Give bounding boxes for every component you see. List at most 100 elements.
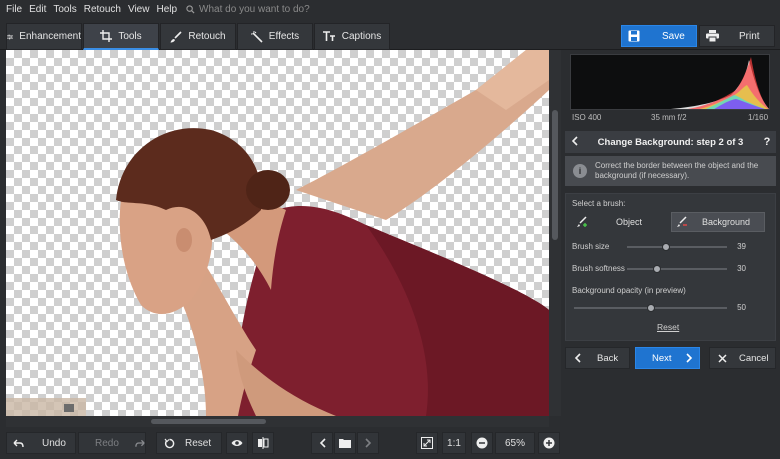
chevron-left-icon [319, 438, 326, 448]
brush-softness-slider[interactable] [627, 268, 727, 270]
cancel-button[interactable]: Cancel [709, 347, 776, 369]
next-photo-button[interactable] [357, 432, 379, 454]
tab-label: Enhancement [19, 31, 81, 42]
zoom-out-button[interactable] [471, 432, 493, 454]
histogram-graph [670, 57, 769, 109]
search-box[interactable]: What do you want to do? [186, 4, 310, 15]
brush-size-label: Brush size [572, 242, 610, 251]
floppy-disk-icon [628, 30, 640, 42]
bg-opacity-label: Background opacity (in preview) [572, 286, 686, 295]
tab-tools[interactable]: Tools [83, 23, 159, 50]
chevron-right-icon [364, 438, 371, 448]
tab-label: Effects [268, 31, 300, 42]
chevron-right-icon [685, 353, 692, 363]
fit-screen-icon [421, 437, 433, 449]
menu-edit[interactable]: Edit [29, 4, 46, 15]
vertical-scrollbar[interactable] [549, 50, 561, 416]
fit-to-screen-button[interactable] [416, 432, 438, 454]
brush-softness-label: Brush softness [572, 264, 625, 273]
folder-icon [339, 439, 351, 448]
next-button[interactable]: Next [635, 347, 700, 369]
exif-iso: ISO 400 [572, 113, 602, 122]
tab-label: Captions [341, 31, 382, 42]
photo-subject [6, 50, 549, 416]
text-icon [322, 31, 335, 41]
undo-label: Undo [42, 437, 66, 449]
actual-size-button[interactable]: 1:1 [442, 432, 466, 454]
crop-icon [100, 30, 113, 42]
zoom-in-button[interactable] [538, 432, 560, 454]
chevron-left-icon [574, 353, 581, 363]
save-button[interactable]: Save [621, 25, 697, 47]
redo-label: Redo [95, 437, 119, 449]
scrollbar-thumb[interactable] [552, 110, 558, 240]
tab-captions[interactable]: Captions [314, 23, 390, 50]
bg-opacity-knob[interactable] [646, 304, 655, 312]
open-folder-button[interactable] [334, 432, 356, 454]
undo-button[interactable]: Undo [6, 432, 76, 454]
menu-help[interactable]: Help [156, 4, 177, 15]
menu-tools[interactable]: Tools [53, 4, 76, 15]
histogram [570, 54, 770, 110]
previous-photo-button[interactable] [311, 432, 333, 454]
tab-retouch[interactable]: Retouch [160, 23, 236, 50]
horizontal-scrollbar[interactable] [6, 416, 549, 427]
zoom-level[interactable]: 65% [495, 432, 535, 454]
print-button[interactable]: Print [699, 25, 775, 47]
zoom-out-icon [476, 437, 488, 449]
brush-plus-icon [577, 216, 587, 227]
back-label: Back [597, 352, 619, 364]
compare-button[interactable] [252, 432, 274, 454]
object-brush-label: Object [616, 217, 643, 227]
exif-shutter: 1/160 [748, 113, 769, 122]
reset-icon [164, 438, 175, 448]
compare-icon [258, 437, 269, 449]
eye-icon [231, 440, 243, 446]
chevron-left-icon [571, 135, 578, 146]
back-button[interactable]: Back [565, 347, 630, 369]
tab-enhancement[interactable]: Enhancement [6, 23, 82, 50]
reset-button[interactable]: Reset [156, 432, 222, 454]
tab-label: Retouch [188, 31, 226, 42]
zoom-in-icon [543, 437, 555, 449]
menu-view[interactable]: View [128, 4, 150, 15]
cancel-label: Cancel [739, 352, 769, 364]
reset-label: Reset [185, 437, 212, 449]
scrollbar-thumb[interactable] [151, 419, 266, 424]
close-icon [718, 353, 727, 363]
background-brush-label: Background [702, 217, 751, 227]
brush-size-value: 39 [737, 242, 746, 251]
next-label: Next [652, 352, 672, 364]
tab-label: Tools [118, 30, 142, 42]
brush-size-knob[interactable] [662, 243, 670, 251]
menu-bar: File Edit Tools Retouch View Help What d… [0, 0, 780, 19]
redo-button[interactable]: Redo [78, 432, 146, 454]
preview-toggle-button[interactable] [226, 432, 248, 454]
wizard-back-arrow[interactable] [565, 135, 583, 149]
magic-wand-icon [250, 30, 263, 43]
redo-icon [135, 439, 145, 447]
object-brush-button[interactable]: Object [572, 212, 664, 232]
printer-icon [706, 30, 719, 42]
info-box: i Correct the border between the object … [565, 156, 776, 186]
brush-softness-knob[interactable] [653, 265, 661, 273]
reset-link[interactable]: Reset [657, 322, 679, 332]
sliders-icon [7, 34, 14, 39]
menu-retouch[interactable]: Retouch [84, 4, 121, 15]
search-icon [186, 5, 195, 14]
bg-opacity-value: 50 [737, 303, 746, 312]
info-icon: i [573, 164, 587, 178]
brush-minus-icon [677, 216, 687, 227]
help-button[interactable]: ? [758, 136, 776, 148]
image-canvas[interactable] [6, 50, 549, 416]
select-brush-label: Select a brush: [572, 199, 626, 208]
exif-lens: 35 mm f/2 [651, 113, 687, 122]
save-label: Save [662, 30, 685, 42]
menu-file[interactable]: File [6, 4, 22, 15]
tab-effects[interactable]: Effects [237, 23, 313, 50]
wizard-header: Change Background: step 2 of 3 ? [565, 131, 776, 153]
brush-size-slider[interactable] [627, 246, 727, 248]
info-text: Correct the border between the object an… [595, 161, 759, 180]
undo-icon [13, 439, 24, 447]
background-brush-button[interactable]: Background [671, 212, 765, 232]
